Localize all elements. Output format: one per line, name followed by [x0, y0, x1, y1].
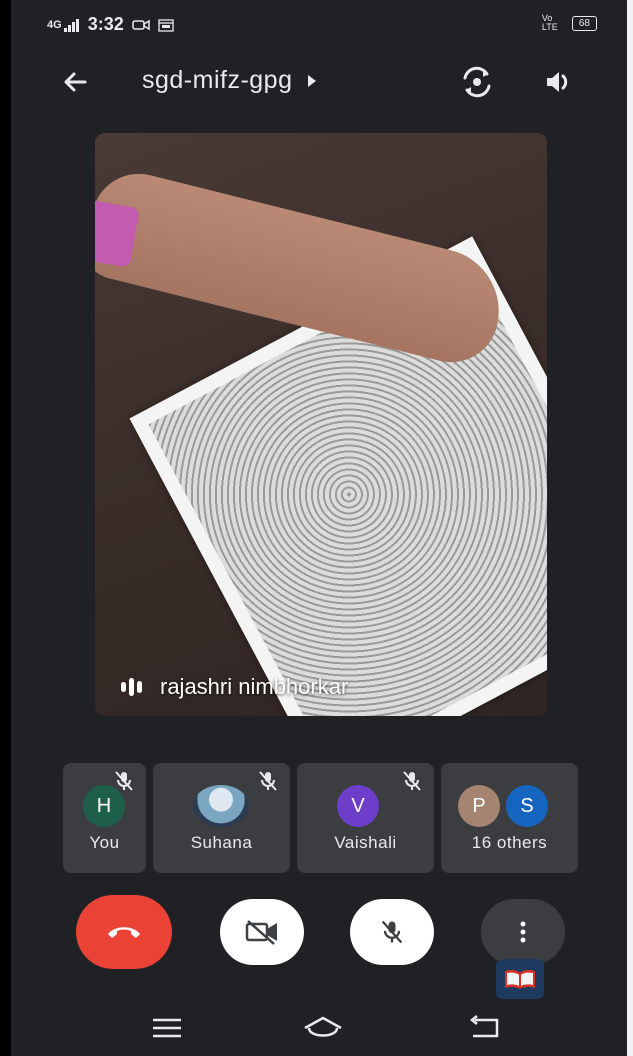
camera-toggle-button[interactable] [220, 899, 304, 965]
meeting-code: sgd-mifz-gpg [142, 66, 293, 94]
video-off-icon [245, 920, 277, 945]
battery-level: 68 [578, 17, 590, 29]
book-icon [505, 969, 535, 989]
mic-toggle-button[interactable] [350, 899, 434, 965]
participant-name: You [89, 833, 120, 852]
more-vert-icon [520, 921, 526, 943]
play-triangle-icon [307, 74, 316, 87]
active-speaker-name: rajashri nimbhorkar [160, 674, 349, 699]
mic-off-icon [381, 920, 403, 944]
volte-indicator: Vo LTE [541, 13, 558, 32]
audio-level-icon [121, 678, 142, 696]
network-indicator: 4G [47, 18, 62, 31]
hang-up-icon [108, 927, 140, 938]
signal-icon [63, 18, 79, 32]
participant-tile-suhana[interactable]: Suhana [153, 763, 290, 873]
call-controls [0, 895, 633, 999]
avatar-initial: H [96, 794, 112, 817]
back-arrow-icon[interactable] [59, 66, 91, 98]
battery-indicator: 68 [571, 15, 597, 31]
mic-off-icon [403, 771, 421, 791]
status-bar: 4G 3:32 Vo LTE 68 [11, 0, 627, 46]
avatar: P [458, 785, 500, 827]
watermark-badge [496, 959, 544, 999]
avatar-initial: V [351, 794, 365, 817]
calendar-notification-icon [158, 18, 174, 32]
home-icon[interactable] [301, 1014, 345, 1042]
system-nav-bar [11, 1000, 627, 1056]
active-speaker-label: rajashri nimbhorkar [121, 674, 348, 700]
participant-name: 16 others [471, 833, 548, 852]
avatar: H [83, 785, 125, 827]
back-nav-icon[interactable] [467, 1014, 503, 1042]
participant-tile-vaishali[interactable]: V Vaishali [297, 763, 434, 873]
switch-camera-icon[interactable] [459, 64, 495, 100]
participant-name: Suhana [190, 833, 253, 852]
participant-tile-others[interactable]: P S 16 others [441, 763, 578, 873]
clock: 3:32 [87, 14, 124, 34]
mic-off-icon [259, 771, 277, 791]
video-notification-icon [131, 19, 150, 30]
menu-icon[interactable] [149, 1014, 185, 1042]
speaker-icon[interactable] [541, 64, 577, 100]
end-call-button[interactable] [76, 895, 172, 969]
avatar-initial: S [520, 794, 534, 817]
participant-name: Vaishali [334, 833, 397, 852]
meeting-header: sgd-mifz-gpg [11, 52, 627, 112]
avatar: S [506, 785, 548, 827]
avatar-photo [193, 785, 249, 827]
more-options-button[interactable] [481, 899, 565, 965]
meeting-title-button[interactable]: sgd-mifz-gpg [142, 66, 317, 95]
avatar: V [337, 785, 379, 827]
main-video-tile[interactable]: rajashri nimbhorkar [95, 133, 547, 716]
participant-tile-you[interactable]: H You [63, 763, 146, 873]
avatar-initial: P [472, 794, 486, 817]
